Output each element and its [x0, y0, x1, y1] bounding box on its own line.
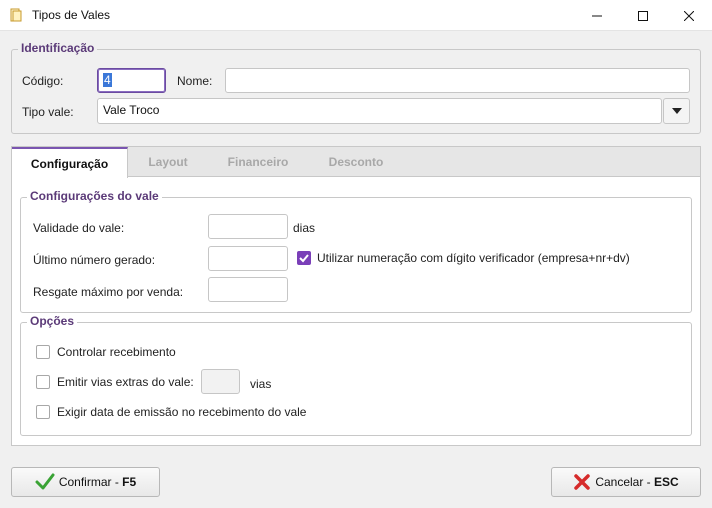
- codigo-label: Código:: [22, 74, 64, 88]
- cancel-label: Cancelar -: [595, 475, 654, 489]
- minimize-button[interactable]: [574, 0, 620, 31]
- minimize-icon: [592, 15, 602, 16]
- exigir-data-checkbox[interactable]: [36, 405, 50, 419]
- confirm-button[interactable]: Confirmar - F5: [11, 467, 160, 497]
- vias-label: vias: [250, 377, 272, 391]
- tab-strip: Configuração Layout Financeiro Desconto: [12, 147, 700, 178]
- tipo-vale-dropdown-button[interactable]: [663, 98, 690, 124]
- maximize-button[interactable]: [620, 0, 666, 31]
- opcoes-legend: Opções: [27, 314, 78, 328]
- title-bar: Tipos de Vales: [0, 0, 712, 31]
- controlar-recebimento-label: Controlar recebimento: [57, 345, 176, 359]
- confirm-label: Confirmar -: [58, 475, 123, 489]
- ultimo-numero-input[interactable]: [208, 246, 288, 271]
- tipo-vale-label: Tipo vale:: [22, 105, 74, 119]
- tab-financeiro[interactable]: Financeiro: [208, 147, 308, 177]
- nome-label: Nome:: [177, 74, 213, 88]
- exigir-data-label: Exigir data de emissão no recebimento do…: [57, 405, 307, 419]
- configuracoes-legend: Configurações do vale: [27, 189, 162, 203]
- tab-desconto[interactable]: Desconto: [308, 147, 404, 177]
- codigo-value: 4: [103, 73, 112, 87]
- tab-configuracao[interactable]: Configuração: [12, 147, 128, 178]
- chevron-down-icon: [671, 108, 682, 114]
- digito-verificador-label: Utilizar numeração com dígito verificado…: [317, 251, 630, 265]
- cancel-shortcut: ESC: [654, 475, 679, 489]
- tipo-vale-select[interactable]: Vale Troco: [97, 98, 662, 124]
- emitir-vias-label: Emitir vias extras do vale:: [57, 375, 194, 389]
- digito-verificador-checkbox[interactable]: [297, 251, 311, 265]
- close-button[interactable]: [666, 0, 712, 31]
- dias-label: dias: [293, 221, 316, 235]
- ultimo-numero-label: Último número gerado:: [33, 253, 156, 267]
- voucher-icon: [10, 8, 22, 22]
- maximize-icon: [638, 10, 648, 21]
- nome-input[interactable]: [225, 68, 690, 93]
- emitir-vias-checkbox[interactable]: [36, 375, 50, 389]
- confirm-shortcut: F5: [122, 475, 137, 489]
- close-icon: [684, 10, 694, 21]
- window-title: Tipos de Vales: [32, 8, 111, 22]
- controlar-recebimento-checkbox[interactable]: [36, 345, 50, 359]
- codigo-input[interactable]: 4: [97, 68, 166, 93]
- identificacao-legend: Identificação: [18, 41, 98, 55]
- checkmark-icon: [35, 473, 55, 490]
- cancel-button[interactable]: Cancelar - ESC: [551, 467, 701, 497]
- resgate-input[interactable]: [208, 277, 288, 302]
- validade-label: Validade do vale:: [33, 221, 125, 235]
- validade-input[interactable]: [208, 214, 288, 239]
- resgate-label: Resgate máximo por venda:: [33, 285, 184, 299]
- cancel-x-icon: [574, 474, 591, 490]
- vias-input[interactable]: [201, 369, 240, 394]
- tab-panel: Configuração Layout Financeiro Desconto …: [11, 146, 701, 446]
- tab-layout[interactable]: Layout: [128, 147, 208, 177]
- checkmark-icon: [299, 254, 309, 263]
